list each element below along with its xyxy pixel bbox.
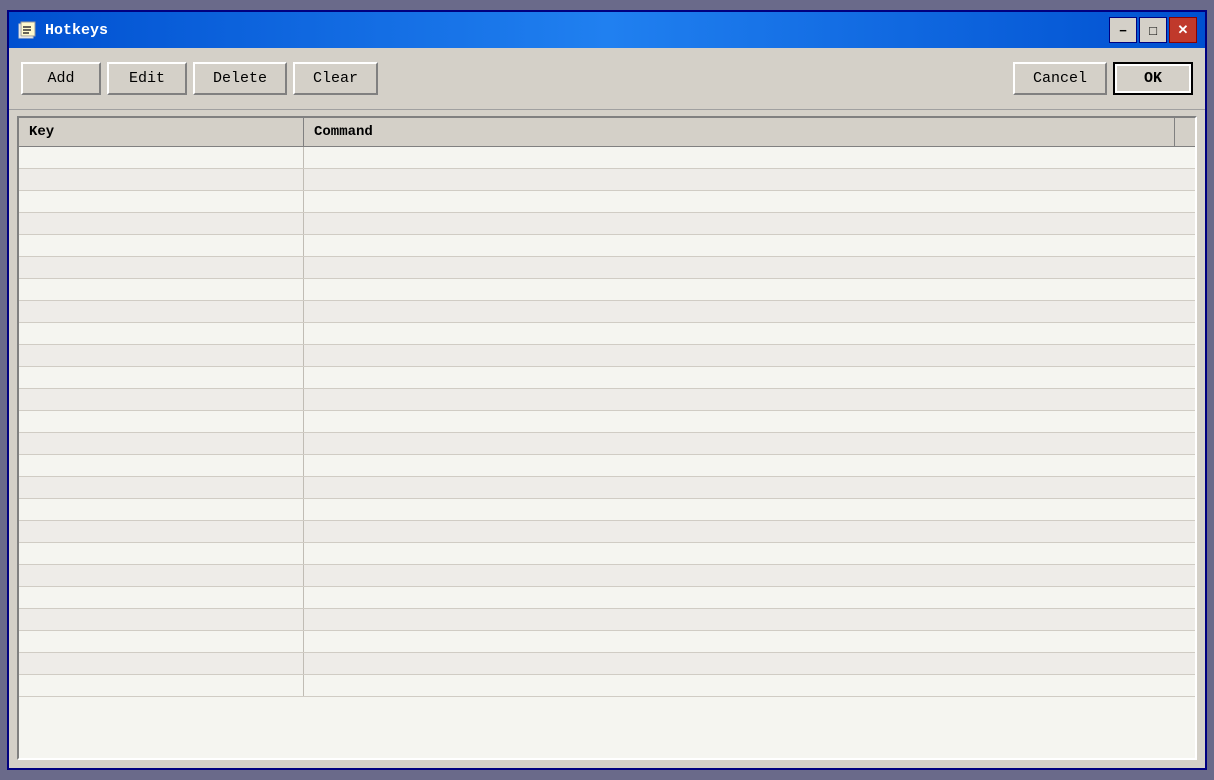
key-cell	[19, 411, 304, 432]
command-cell	[304, 301, 1195, 322]
table-row[interactable]	[19, 455, 1195, 477]
title-bar: Hotkeys − □ ✕	[9, 12, 1205, 48]
key-cell	[19, 191, 304, 212]
window-icon	[17, 20, 37, 40]
delete-button[interactable]: Delete	[193, 62, 287, 95]
key-cell	[19, 213, 304, 234]
key-cell	[19, 455, 304, 476]
table-row[interactable]	[19, 587, 1195, 609]
table-row[interactable]	[19, 169, 1195, 191]
key-cell	[19, 587, 304, 608]
key-cell	[19, 477, 304, 498]
table-row[interactable]	[19, 411, 1195, 433]
key-cell	[19, 675, 304, 696]
table-row[interactable]	[19, 257, 1195, 279]
table-row[interactable]	[19, 389, 1195, 411]
key-cell	[19, 631, 304, 652]
clear-button[interactable]: Clear	[293, 62, 378, 95]
key-cell	[19, 257, 304, 278]
hotkeys-table: Key Command	[17, 116, 1197, 760]
key-cell	[19, 499, 304, 520]
key-cell	[19, 653, 304, 674]
command-cell	[304, 477, 1195, 498]
key-cell	[19, 389, 304, 410]
command-column-header: Command	[304, 118, 1175, 146]
key-cell	[19, 323, 304, 344]
table-row[interactable]	[19, 279, 1195, 301]
command-cell	[304, 323, 1195, 344]
command-cell	[304, 279, 1195, 300]
key-cell	[19, 235, 304, 256]
table-row[interactable]	[19, 147, 1195, 169]
maximize-button[interactable]: □	[1139, 17, 1167, 43]
edit-button[interactable]: Edit	[107, 62, 187, 95]
command-cell	[304, 367, 1195, 388]
table-row[interactable]	[19, 323, 1195, 345]
table-row[interactable]	[19, 609, 1195, 631]
command-cell	[304, 543, 1195, 564]
key-cell	[19, 279, 304, 300]
table-row[interactable]	[19, 631, 1195, 653]
command-cell	[304, 345, 1195, 366]
key-column-header: Key	[19, 118, 304, 146]
command-cell	[304, 257, 1195, 278]
window-title: Hotkeys	[45, 22, 1109, 39]
table-row[interactable]	[19, 653, 1195, 675]
command-cell	[304, 653, 1195, 674]
toolbar: Add Edit Delete Clear Cancel OK	[9, 48, 1205, 110]
command-cell	[304, 169, 1195, 190]
table-row[interactable]	[19, 543, 1195, 565]
command-cell	[304, 609, 1195, 630]
table-row[interactable]	[19, 213, 1195, 235]
key-cell	[19, 433, 304, 454]
hotkeys-window: Hotkeys − □ ✕ Add Edit Delete Clear Canc…	[7, 10, 1207, 770]
command-cell	[304, 213, 1195, 234]
table-row[interactable]	[19, 367, 1195, 389]
table-row[interactable]	[19, 301, 1195, 323]
key-cell	[19, 521, 304, 542]
command-cell	[304, 675, 1195, 696]
command-cell	[304, 499, 1195, 520]
command-cell	[304, 411, 1195, 432]
table-row[interactable]	[19, 191, 1195, 213]
toolbar-left: Add Edit Delete Clear	[21, 62, 378, 95]
table-row[interactable]	[19, 345, 1195, 367]
table-row[interactable]	[19, 235, 1195, 257]
command-cell	[304, 147, 1195, 168]
key-cell	[19, 301, 304, 322]
table-body[interactable]	[19, 147, 1195, 758]
table-row[interactable]	[19, 521, 1195, 543]
table-header: Key Command	[19, 118, 1195, 147]
close-button[interactable]: ✕	[1169, 17, 1197, 43]
add-button[interactable]: Add	[21, 62, 101, 95]
table-row[interactable]	[19, 477, 1195, 499]
content-area: Key Command	[9, 110, 1205, 768]
scroll-column-header	[1175, 118, 1195, 146]
command-cell	[304, 389, 1195, 410]
table-row[interactable]	[19, 433, 1195, 455]
toolbar-right: Cancel OK	[1013, 62, 1193, 95]
key-cell	[19, 565, 304, 586]
table-row[interactable]	[19, 675, 1195, 697]
cancel-button[interactable]: Cancel	[1013, 62, 1107, 95]
key-cell	[19, 543, 304, 564]
ok-button[interactable]: OK	[1113, 62, 1193, 95]
window-controls: − □ ✕	[1109, 17, 1197, 43]
key-cell	[19, 147, 304, 168]
command-cell	[304, 521, 1195, 542]
command-cell	[304, 235, 1195, 256]
table-row[interactable]	[19, 565, 1195, 587]
command-cell	[304, 565, 1195, 586]
key-cell	[19, 345, 304, 366]
key-cell	[19, 609, 304, 630]
command-cell	[304, 433, 1195, 454]
command-cell	[304, 455, 1195, 476]
table-row[interactable]	[19, 499, 1195, 521]
minimize-button[interactable]: −	[1109, 17, 1137, 43]
command-cell	[304, 631, 1195, 652]
command-cell	[304, 191, 1195, 212]
key-cell	[19, 169, 304, 190]
command-cell	[304, 587, 1195, 608]
key-cell	[19, 367, 304, 388]
